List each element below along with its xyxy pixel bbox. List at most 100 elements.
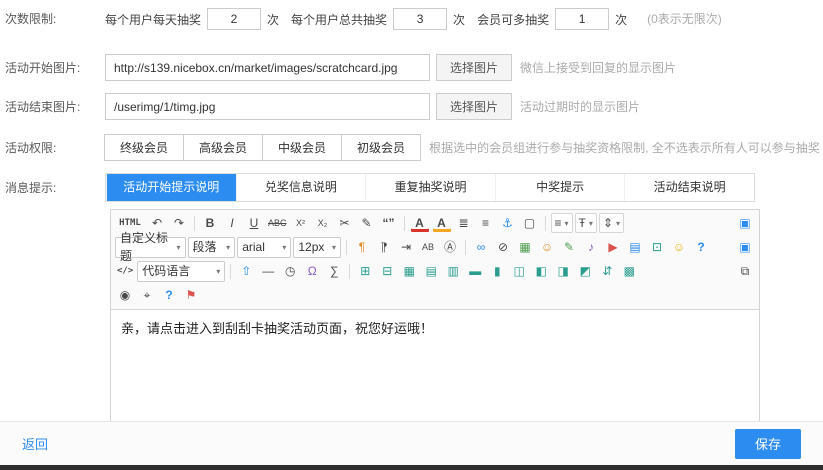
formula-icon[interactable]: ∑ (324, 261, 344, 281)
anchor-icon[interactable]: ⚓ (498, 213, 518, 233)
special-chars-icon[interactable]: Ω (302, 261, 322, 281)
member-level-mid-button[interactable]: 中级会员 (262, 134, 342, 161)
rtl-paragraph-icon[interactable]: ¶ (374, 237, 394, 257)
letter-spacing-dropdown[interactable]: Ŧ ▾ (575, 213, 597, 233)
draw-limits-row: 次数限制: 每个用户每天抽奖 次 每个用户总共抽奖 次 会员可多抽奖 次 (0表… (5, 6, 823, 32)
simple-upload-icon[interactable]: ⇧ (236, 261, 256, 281)
line-spacing-dropdown[interactable]: ⇕ ▾ (599, 213, 624, 233)
date-time-icon[interactable]: ◷ (280, 261, 300, 281)
tab-winning-message[interactable]: 中奖提示 (495, 174, 625, 201)
split-row-icon[interactable]: ◨ (553, 261, 573, 281)
table-title-icon[interactable]: ▦ (399, 261, 419, 281)
strikethrough-icon[interactable]: ABC (266, 213, 289, 233)
unit-label: 次 (453, 11, 465, 28)
bold-icon[interactable]: B (200, 213, 220, 233)
icon-glyph: ◩ (580, 262, 591, 280)
blockquote-icon[interactable]: “” (379, 213, 399, 233)
icon-glyph: ⊟ (382, 262, 392, 280)
autotypeset-icon[interactable]: Ⓐ (440, 237, 460, 257)
icon-glyph: ⌖ (144, 286, 151, 304)
back-link[interactable]: 返回 (22, 434, 48, 453)
choose-end-image-button[interactable]: 选择图片 (436, 93, 512, 120)
insert-code-icon[interactable]: </> (115, 261, 135, 281)
smiley-icon[interactable]: ☺ (669, 237, 689, 257)
insert-col-icon[interactable]: ▥ (443, 261, 463, 281)
font-family-select[interactable]: arial ▾ (237, 237, 291, 258)
total-draw-input[interactable] (393, 8, 447, 30)
style-select[interactable]: 自定义标题 ▾ (115, 237, 186, 258)
code-language-select[interactable]: 代码语言 ▾ (137, 261, 225, 282)
start-image-url-input[interactable] (105, 54, 430, 81)
delete-col-icon[interactable]: ▮ (487, 261, 507, 281)
icon-glyph: ▦ (519, 238, 530, 256)
screenshot-icon[interactable]: ⊡ (647, 237, 667, 257)
paragraph-select[interactable]: 段落 ▾ (188, 237, 236, 258)
icon-glyph: ▶ (608, 238, 617, 256)
remove-format-icon[interactable]: ✂ (335, 213, 355, 233)
print-icon[interactable]: ⧉ (735, 261, 755, 281)
video-icon[interactable]: ▶ (603, 237, 623, 257)
new-page-icon[interactable]: ▢ (520, 213, 540, 233)
sort-table-icon[interactable]: ⇵ (597, 261, 617, 281)
icon-glyph: ⚓ (502, 214, 513, 232)
underline-icon[interactable]: U (244, 213, 264, 233)
search-replace-icon[interactable]: AB (418, 237, 438, 257)
tab-activity-start-message[interactable]: 活动开始提示说明 (106, 174, 236, 201)
save-button[interactable]: 保存 (735, 429, 801, 459)
editor-content[interactable]: 亲，请点击进入到刮刮卡抽奖活动页面，祝您好运哦！ (111, 310, 759, 438)
icon-glyph: ⊞ (360, 262, 370, 280)
icon-glyph: X² (296, 214, 305, 232)
music-icon[interactable]: ♪ (581, 237, 601, 257)
find-icon[interactable]: ⌖ (137, 285, 157, 305)
member-level-final-button[interactable]: 终级会员 (104, 134, 184, 161)
end-image-url-input[interactable] (105, 93, 430, 120)
highlight-color-icon[interactable]: A (432, 213, 452, 233)
image-icon[interactable]: ▦ (515, 237, 535, 257)
italic-icon[interactable]: I (222, 213, 242, 233)
table-border-icon[interactable]: ▩ (619, 261, 639, 281)
insert-table-icon[interactable]: ⊞ (355, 261, 375, 281)
member-level-junior-button[interactable]: 初级会员 (341, 134, 421, 161)
drafts-icon[interactable]: ⚑ (181, 285, 201, 305)
merge-cells-icon[interactable]: ◫ (509, 261, 529, 281)
tab-redeem-info[interactable]: 兑奖信息说明 (236, 174, 366, 201)
icon-glyph: ✎ (564, 238, 574, 256)
fullscreen-icon[interactable]: ▣ (735, 213, 755, 233)
icon-glyph: ◫ (514, 262, 525, 280)
help-icon[interactable]: ? (691, 237, 711, 257)
preview-icon[interactable]: ◉ (115, 285, 135, 305)
indent-icon[interactable]: ⇥ (396, 237, 416, 257)
font-size-select[interactable]: 12px ▾ (293, 237, 341, 258)
merge-right-icon[interactable]: ◧ (531, 261, 551, 281)
choose-start-image-button[interactable]: 选择图片 (436, 54, 512, 81)
format-painter-icon[interactable]: ✎ (357, 213, 377, 233)
tab-repeat-draw[interactable]: 重复抽奖说明 (365, 174, 495, 201)
subscript-icon[interactable]: X₂ (313, 213, 333, 233)
delete-row-icon[interactable]: ▬ (465, 261, 485, 281)
ordered-list-icon[interactable]: ≣ (454, 213, 474, 233)
delete-table-icon[interactable]: ⊟ (377, 261, 397, 281)
tab-activity-end[interactable]: 活动结束说明 (624, 174, 754, 201)
scrawl-icon[interactable]: ✎ (559, 237, 579, 257)
member-extra-draw-input[interactable] (555, 8, 609, 30)
icon-glyph: ? (697, 238, 704, 256)
member-level-high-button[interactable]: 高级会员 (183, 134, 263, 161)
help-icon[interactable]: ? (159, 285, 179, 305)
insert-row-icon[interactable]: ▤ (421, 261, 441, 281)
emotion-icon[interactable]: ☺ (537, 237, 557, 257)
font-color-icon[interactable]: A (410, 213, 430, 233)
caret-down-icon: ▾ (226, 243, 230, 252)
link-icon[interactable]: ∞ (471, 237, 491, 257)
text-align-dropdown[interactable]: ≡ ▾ (551, 213, 573, 233)
unlimited-hint: (0表示无限次) (647, 6, 722, 32)
unordered-list-icon[interactable]: ≡ (476, 213, 496, 233)
icon-glyph: ☺ (541, 238, 553, 256)
horizontal-rule-icon[interactable]: — (258, 261, 278, 281)
ltr-paragraph-icon[interactable]: ¶ (352, 237, 372, 257)
unlink-icon[interactable]: ⊘ (493, 237, 513, 257)
edit-block-icon[interactable]: ▣ (735, 237, 755, 257)
split-col-icon[interactable]: ◩ (575, 261, 595, 281)
per-day-draw-input[interactable] (207, 8, 261, 30)
superscript-icon[interactable]: X² (291, 213, 311, 233)
template-icon[interactable]: ▤ (625, 237, 645, 257)
